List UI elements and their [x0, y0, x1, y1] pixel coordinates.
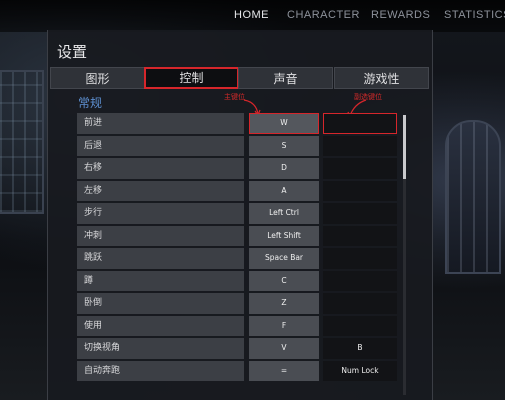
- keybind-row-walk: 步行 Left Ctrl: [77, 203, 403, 224]
- secondary-key-button[interactable]: [323, 180, 397, 201]
- keybind-row-use: 使用 F: [77, 315, 403, 336]
- section-title: 常规: [78, 96, 103, 110]
- keybind-row-auto-run: 自动奔跑 = Num Lock: [77, 360, 403, 381]
- settings-tabs: 图形 控制 声音 游戏性: [48, 67, 432, 89]
- secondary-key-button[interactable]: B: [323, 338, 397, 359]
- primary-key-button[interactable]: Space Bar: [249, 248, 319, 269]
- primary-key-button[interactable]: C: [249, 270, 319, 291]
- primary-key-button[interactable]: V: [249, 338, 319, 359]
- tab-graphics[interactable]: 图形: [50, 67, 145, 89]
- tab-gameplay[interactable]: 游戏性: [334, 67, 429, 89]
- keybind-row-toggle-view: 切换视角 V B: [77, 338, 403, 359]
- keybind-row-jump: 跳跃 Space Bar: [77, 248, 403, 269]
- nav-statistics[interactable]: STATISTICS: [444, 9, 505, 21]
- background-window-right: [445, 120, 501, 274]
- secondary-key-button[interactable]: [323, 315, 397, 336]
- secondary-key-button[interactable]: Num Lock: [323, 360, 397, 381]
- keybind-label: 右移: [77, 158, 244, 179]
- keybinding-scrollbar[interactable]: [403, 115, 406, 395]
- keybind-row-sprint: 冲刺 Left Shift: [77, 225, 403, 246]
- primary-key-button[interactable]: Z: [249, 293, 319, 314]
- scrollbar-thumb[interactable]: [403, 115, 406, 179]
- primary-key-button[interactable]: S: [249, 135, 319, 156]
- nav-home[interactable]: HOME: [234, 9, 269, 21]
- secondary-key-button[interactable]: [323, 225, 397, 246]
- secondary-key-button[interactable]: [323, 203, 397, 224]
- primary-key-button[interactable]: A: [249, 180, 319, 201]
- nav-rewards[interactable]: REWARDS: [371, 9, 430, 21]
- top-navigation: HOME CHARACTER REWARDS STATISTICS: [0, 0, 505, 32]
- secondary-key-button[interactable]: [323, 270, 397, 291]
- tab-audio[interactable]: 声音: [238, 67, 333, 89]
- keybind-label: 蹲: [77, 270, 244, 291]
- secondary-key-button[interactable]: [323, 293, 397, 314]
- secondary-key-button[interactable]: [323, 135, 397, 156]
- keybind-row-prone: 卧倒 Z: [77, 293, 403, 314]
- keybind-row-backward: 后退 S: [77, 135, 403, 156]
- keybind-label: 前进: [77, 113, 244, 134]
- settings-panel: 设置 图形 控制 声音 游戏性 常规 主键位 副选键位 前进 W 后退 S 右移…: [47, 30, 433, 400]
- nav-character[interactable]: CHARACTER: [287, 9, 360, 21]
- keybind-label: 步行: [77, 203, 244, 224]
- keybind-label: 跳跃: [77, 248, 244, 269]
- primary-key-button[interactable]: Left Shift: [249, 225, 319, 246]
- keybind-label: 自动奔跑: [77, 360, 244, 381]
- background-window-left: [0, 70, 44, 214]
- keybind-row-crouch: 蹲 C: [77, 270, 403, 291]
- keybind-label: 卧倒: [77, 293, 244, 314]
- keybind-label: 后退: [77, 135, 244, 156]
- keybind-label: 冲刺: [77, 225, 244, 246]
- settings-title: 设置: [57, 43, 88, 61]
- keybind-label: 使用: [77, 315, 244, 336]
- primary-key-button[interactable]: F: [249, 315, 319, 336]
- secondary-key-button[interactable]: [323, 248, 397, 269]
- tab-controls[interactable]: 控制: [144, 67, 239, 89]
- keybind-row-left: 左移 A: [77, 180, 403, 201]
- secondary-key-button[interactable]: [323, 113, 397, 134]
- primary-key-button[interactable]: D: [249, 158, 319, 179]
- keybind-row-right: 右移 D: [77, 158, 403, 179]
- primary-key-button[interactable]: Left Ctrl: [249, 203, 319, 224]
- keybind-row-forward: 前进 W: [77, 113, 403, 134]
- primary-key-button[interactable]: W: [249, 113, 319, 134]
- keybind-label: 左移: [77, 180, 244, 201]
- keybinding-list: 前进 W 后退 S 右移 D 左移 A 步行 Left Ctrl 冲刺 Left…: [77, 113, 403, 383]
- primary-key-button[interactable]: =: [249, 360, 319, 381]
- keybind-label: 切换视角: [77, 338, 244, 359]
- secondary-key-button[interactable]: [323, 158, 397, 179]
